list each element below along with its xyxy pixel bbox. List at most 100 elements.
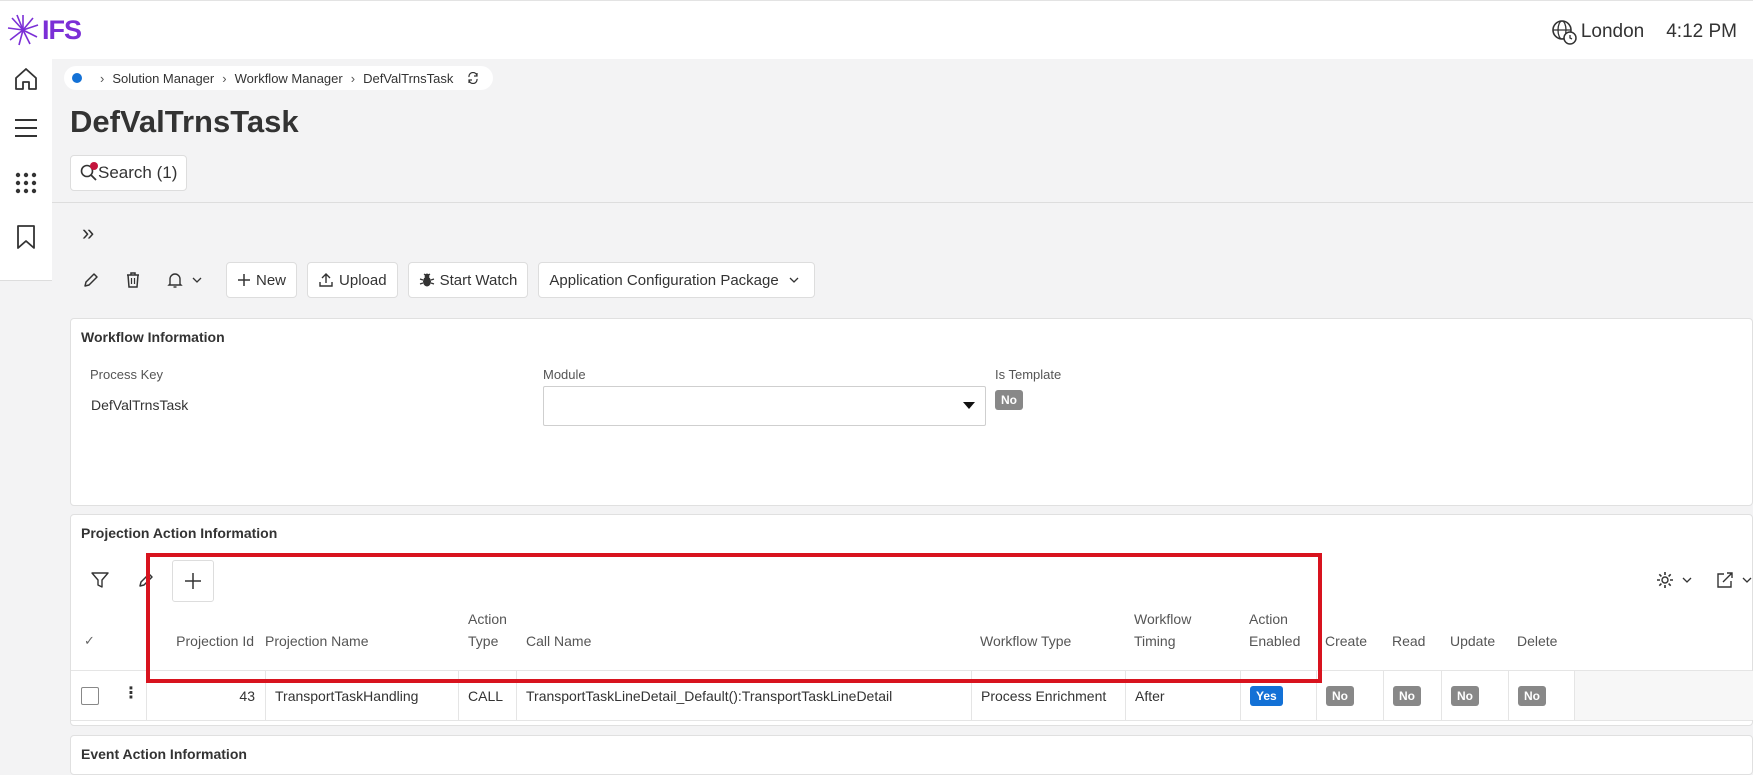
- divider: [52, 202, 1753, 203]
- chevron-right-icon: ›: [222, 70, 227, 86]
- chevron-down-icon: [1742, 577, 1752, 583]
- cell-action-type[interactable]: CALL: [458, 671, 516, 720]
- ifs-logo-icon: [7, 14, 39, 46]
- export-dropdown[interactable]: [1716, 571, 1752, 589]
- is-template-value: No: [995, 390, 1023, 410]
- cell-projection-name[interactable]: TransportTaskHandling: [265, 671, 458, 720]
- workflow-information-panel: Workflow Information Process Key DefValT…: [70, 318, 1753, 506]
- panel-title: Workflow Information: [81, 329, 225, 345]
- breadcrumb: › Solution Manager › Workflow Manager › …: [64, 66, 494, 90]
- notification-dropdown[interactable]: [154, 262, 214, 298]
- globe-clock-icon[interactable]: [1551, 19, 1577, 45]
- cell-workflow-type[interactable]: Process Enrichment: [971, 671, 1125, 720]
- cell-create[interactable]: No: [1316, 671, 1383, 720]
- cell-delete[interactable]: No: [1508, 671, 1574, 720]
- gear-icon: [1657, 572, 1673, 588]
- breadcrumb-item[interactable]: Workflow Manager: [235, 71, 343, 86]
- menu-icon[interactable]: [13, 115, 39, 141]
- chevron-down-icon: [789, 277, 799, 283]
- chevron-down-icon: [192, 277, 202, 283]
- panel-title: Event Action Information: [81, 746, 247, 762]
- config-package-dropdown[interactable]: Application Configuration Package: [538, 262, 815, 298]
- cell-update[interactable]: No: [1441, 671, 1508, 720]
- no-badge: No: [1393, 685, 1421, 706]
- home-dot-icon[interactable]: [72, 73, 82, 83]
- double-chevron-right-icon[interactable]: »: [82, 220, 94, 246]
- yes-badge: Yes: [1250, 685, 1283, 706]
- start-watch-button[interactable]: Start Watch: [407, 262, 529, 298]
- col-update[interactable]: Update: [1450, 630, 1495, 652]
- col-read[interactable]: Read: [1392, 630, 1425, 652]
- module-select[interactable]: [543, 386, 986, 426]
- pencil-icon: [84, 273, 98, 287]
- col-action-enabled[interactable]: Action Enabled: [1249, 608, 1300, 652]
- col-action-type[interactable]: Action Type: [468, 608, 507, 652]
- upload-button[interactable]: Upload: [307, 262, 398, 298]
- search-button[interactable]: Search (1): [70, 155, 188, 191]
- breadcrumb-item[interactable]: Solution Manager: [112, 71, 214, 86]
- command-bar: New Upload Start Watch Application Confi…: [70, 262, 825, 298]
- trash-icon: [127, 272, 139, 288]
- col-call-name[interactable]: Call Name: [526, 630, 591, 652]
- home-icon[interactable]: [13, 66, 39, 92]
- cell-action-enabled[interactable]: Yes: [1240, 671, 1316, 720]
- config-package-label: Application Configuration Package: [549, 271, 779, 289]
- header-right: London 4:12 PM: [1551, 19, 1737, 45]
- col-projection-id[interactable]: Projection Id: [146, 630, 254, 652]
- filter-icon: [91, 572, 109, 588]
- event-action-panel: Event Action Information: [70, 735, 1753, 775]
- col-create[interactable]: Create: [1325, 630, 1367, 652]
- main-content: › Solution Manager › Workflow Manager › …: [52, 58, 1753, 775]
- no-badge: No: [1326, 685, 1354, 706]
- is-template-label: Is Template: [995, 367, 1062, 382]
- export-icon: [1717, 572, 1733, 588]
- panel-title: Projection Action Information: [81, 525, 278, 541]
- row-checkbox[interactable]: [81, 687, 99, 705]
- cell-projection-id[interactable]: 43: [146, 671, 265, 720]
- search-label: Search (1): [98, 163, 178, 182]
- edit-row-button[interactable]: [137, 571, 155, 594]
- process-key-value: DefValTrnsTask: [91, 397, 189, 413]
- page-title: DefValTrnsTask: [70, 104, 299, 139]
- col-workflow-timing[interactable]: Workflow Timing: [1134, 608, 1191, 652]
- col-delete[interactable]: Delete: [1517, 630, 1557, 652]
- apps-grid-icon[interactable]: [13, 170, 39, 196]
- cell-call-name[interactable]: TransportTaskLineDetail_Default():Transp…: [516, 671, 971, 720]
- col-workflow-type[interactable]: Workflow Type: [980, 630, 1071, 652]
- no-badge: No: [1451, 685, 1479, 706]
- edit-button[interactable]: [70, 262, 112, 298]
- ifs-logo[interactable]: IFS: [6, 13, 82, 47]
- col-action-type-line2: Type: [468, 633, 499, 649]
- bookmark-icon[interactable]: [13, 224, 39, 250]
- new-button[interactable]: New: [226, 262, 298, 298]
- no-badge: No: [1518, 685, 1546, 706]
- top-bar: IFS London 4:12 PM: [0, 0, 1753, 59]
- process-key-label: Process Key: [90, 367, 163, 382]
- is-template-badge: No: [995, 390, 1023, 410]
- projection-action-panel: Projection Action Information ✓ Projecti…: [70, 514, 1753, 726]
- cell-read[interactable]: No: [1383, 671, 1441, 720]
- row-menu-icon[interactable]: ⋮: [123, 683, 139, 703]
- col-workflow-timing-line2: Timing: [1134, 633, 1176, 649]
- table-settings-dropdown[interactable]: [1656, 571, 1692, 589]
- select-all-checkmark[interactable]: ✓: [84, 633, 95, 649]
- delete-button[interactable]: [112, 262, 154, 298]
- filter-button[interactable]: [91, 571, 109, 594]
- refresh-icon[interactable]: [467, 72, 479, 84]
- bell-icon: [167, 273, 183, 288]
- new-label: New: [256, 271, 287, 289]
- cell-workflow-timing[interactable]: After: [1125, 671, 1240, 720]
- left-nav: [0, 58, 52, 281]
- col-action-enabled-line2: Enabled: [1249, 633, 1301, 649]
- time-label: 4:12 PM: [1666, 21, 1737, 42]
- filter-active-dot: [90, 162, 98, 170]
- col-projection-name[interactable]: Projection Name: [265, 630, 369, 652]
- cell-empty: [1574, 671, 1753, 720]
- location-label[interactable]: London: [1581, 21, 1644, 43]
- caret-down-icon: [963, 402, 975, 409]
- table-row[interactable]: ⋮ 43 TransportTaskHandling CALL Transpor…: [71, 670, 1753, 721]
- module-label: Module: [543, 367, 586, 382]
- add-row-button[interactable]: [172, 560, 214, 602]
- bug-icon: [419, 273, 434, 287]
- breadcrumb-item: DefValTrnsTask: [363, 70, 454, 86]
